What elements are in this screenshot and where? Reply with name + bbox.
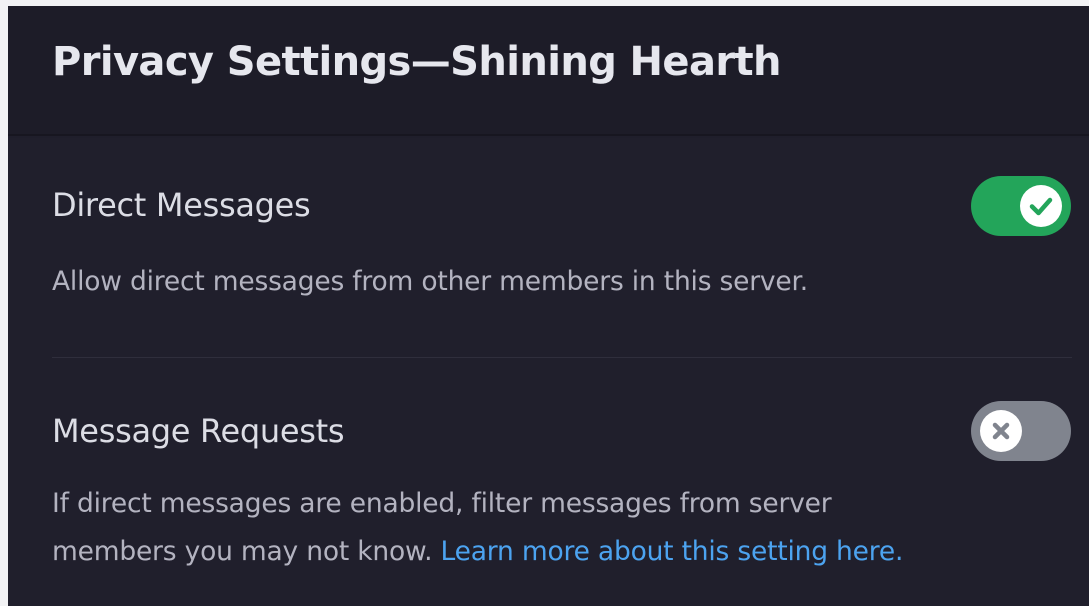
check-icon bbox=[1029, 197, 1053, 216]
message-requests-description: If direct messages are enabled, filter m… bbox=[52, 480, 903, 576]
description-line-2: members you may not know. bbox=[52, 536, 433, 567]
message-requests-toggle[interactable] bbox=[971, 401, 1071, 461]
settings-content: Direct Messages Allow direct messages fr… bbox=[8, 138, 1089, 606]
description-line-1: If direct messages are enabled, filter m… bbox=[52, 488, 832, 519]
settings-divider bbox=[52, 357, 1072, 358]
direct-messages-title: Direct Messages bbox=[52, 186, 311, 224]
page-title: Privacy Settings—Shining Hearth bbox=[52, 39, 781, 85]
x-icon bbox=[992, 422, 1010, 440]
toggle-knob bbox=[980, 410, 1022, 452]
toggle-knob bbox=[1020, 185, 1062, 227]
message-requests-title: Message Requests bbox=[52, 412, 345, 450]
window-edge-left bbox=[0, 0, 8, 606]
privacy-settings-window: Privacy Settings—Shining Hearth Direct M… bbox=[0, 0, 1089, 606]
learn-more-link[interactable]: Learn more about this setting here. bbox=[441, 536, 904, 567]
modal-header: Privacy Settings—Shining Hearth bbox=[8, 6, 1089, 136]
direct-messages-description: Allow direct messages from other members… bbox=[52, 266, 809, 297]
direct-messages-toggle[interactable] bbox=[971, 176, 1071, 236]
